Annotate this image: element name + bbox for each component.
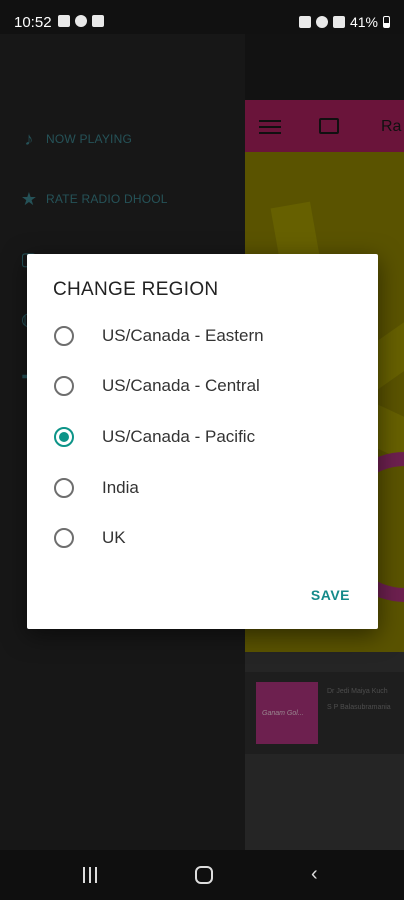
- region-option-label: US/Canada - Central: [102, 376, 260, 395]
- region-option-us-pacific[interactable]: US/Canada - Pacific: [27, 415, 378, 459]
- region-option-label: India: [102, 478, 139, 497]
- recents-icon[interactable]: [83, 867, 97, 883]
- home-icon[interactable]: [195, 866, 213, 884]
- status-bar: 10:52 41%: [0, 0, 404, 34]
- notification-icons: [58, 15, 104, 27]
- region-option-india[interactable]: India: [27, 466, 378, 510]
- radio-button[interactable]: [54, 528, 74, 548]
- region-option-uk[interactable]: UK: [27, 516, 378, 560]
- radio-button[interactable]: [54, 478, 74, 498]
- region-option-label: US/Canada - Pacific: [102, 427, 256, 446]
- battery-icon: [383, 16, 390, 28]
- radio-button[interactable]: [54, 376, 74, 396]
- notification-cloud-icon: [75, 15, 87, 27]
- status-time: 10:52: [14, 14, 52, 31]
- wifi-icon: [315, 16, 328, 28]
- radio-button[interactable]: [54, 326, 74, 346]
- system-nav-bar: ‹: [0, 850, 404, 900]
- region-option-us-central[interactable]: US/Canada - Central: [27, 364, 378, 408]
- region-option-label: UK: [102, 528, 126, 547]
- region-option-us-eastern[interactable]: US/Canada - Eastern: [27, 314, 378, 358]
- notification-image-icon: [92, 15, 104, 27]
- system-indicators: 41%: [298, 14, 390, 30]
- back-icon[interactable]: ‹: [311, 863, 318, 886]
- notification-app-icon: [58, 15, 70, 27]
- region-option-label: US/Canada - Eastern: [102, 326, 264, 345]
- radio-button-selected[interactable]: [54, 427, 74, 447]
- save-button[interactable]: SAVE: [311, 587, 350, 603]
- battery-percent: 41%: [349, 14, 378, 30]
- battery-saver-icon: [298, 16, 311, 28]
- change-region-dialog: CHANGE REGION US/Canada - Eastern US/Can…: [27, 254, 378, 629]
- dialog-title: CHANGE REGION: [53, 279, 219, 300]
- signal-icon: [332, 16, 345, 28]
